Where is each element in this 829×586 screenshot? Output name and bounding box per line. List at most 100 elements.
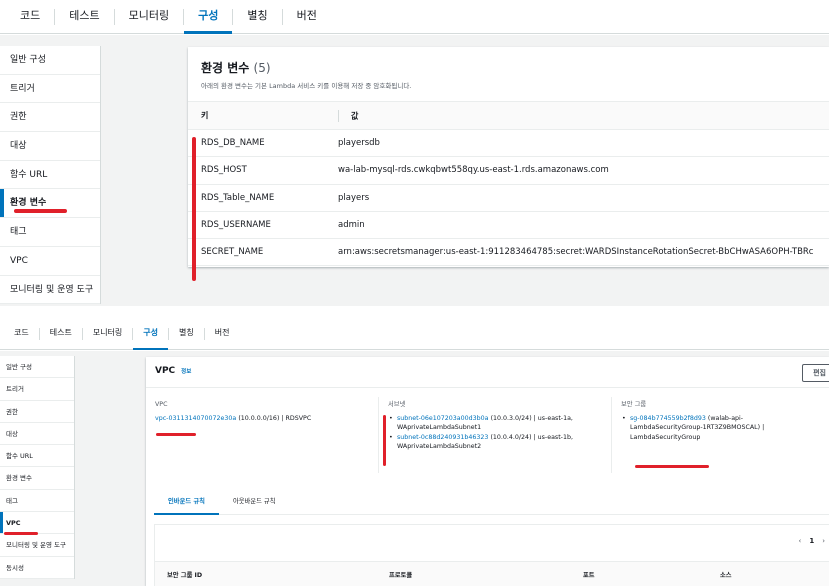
rules-tabs: 인바운드 규칙 아웃바운드 규칙 [154, 489, 829, 515]
sidebar-item-monitoring-tools[interactable]: 모니터링 및 운영 도구 [0, 534, 74, 557]
sidebar-item-function-url[interactable]: 함수 URL [0, 445, 74, 468]
vpc-value: vpc-0311314070072e30a (10.0.0.0/16) | RD… [155, 414, 375, 424]
column-header-port[interactable]: 포트 [583, 570, 595, 579]
security-group-name: LambdaSecurityGroup-1RT3Z9BMOSCAL) | [630, 424, 765, 431]
sidebar-item-vpc[interactable]: VPC [0, 247, 100, 276]
annotation-mark [14, 209, 67, 213]
tab-code[interactable]: 코드 [4, 317, 39, 349]
table-row: RDS_HOST wa-lab-mysql-rds.cwkqbwt558qy.u… [188, 156, 829, 185]
tab-test[interactable]: 테스트 [40, 317, 82, 349]
env-key: RDS_USERNAME [188, 211, 338, 240]
pagination: ‹ 1 › [799, 537, 826, 545]
env-value: arn:aws:secretsmanager:us-east-1:9112834… [338, 238, 829, 267]
function-tabs: 코드 테스트 모니터링 구성 별칭 버전 [0, 0, 829, 34]
subnet-name: WAprivateLambdaSubnet2 [397, 443, 482, 450]
column-header-source[interactable]: 소스 [720, 570, 732, 579]
column-header-sg-id[interactable]: 보안 그룹 ID [167, 570, 202, 579]
subnet-link[interactable]: subnet-0c88d240931b46323 [397, 434, 488, 441]
sidebar-item-env-vars[interactable]: 환경 변수 [0, 189, 100, 219]
vpc-panel: VPC 정보 편집 VPC vpc-0311314070072e30a (10.0… [146, 357, 829, 586]
table-row: RDS_DB_NAME playersdb [188, 129, 829, 158]
tab-configuration[interactable]: 구성 [184, 0, 233, 34]
config-sidebar: 일반 구성 트리거 권한 대상 함수 URL 환경 변수 태그 VPC 모니터링… [0, 46, 101, 305]
env-vars-panel: 환경 변수 (5) 아래의 환경 변수는 기본 Lambda 서비스 키를 이용… [188, 47, 829, 267]
annotation-mark [383, 415, 386, 466]
list-item: sg-084b774559b2f8d93 (walab-api- LambdaSe… [621, 414, 821, 443]
sidebar-item-function-url[interactable]: 함수 URL [0, 161, 100, 190]
security-group-link[interactable]: sg-084b774559b2f8d93 [630, 415, 706, 422]
sidebar-item-destinations[interactable]: 대상 [0, 132, 100, 161]
table-row: SECRET_NAME arn:aws:secretsmanager:us-ea… [188, 238, 829, 267]
edit-button[interactable]: 편집 [802, 364, 829, 382]
sidebar-item-tags[interactable]: 태그 [0, 218, 100, 247]
divider [146, 387, 829, 388]
security-group-label: 보안 그룹 [621, 401, 647, 408]
column-divider [338, 109, 339, 122]
subnet-name: WAprivateLambdaSubnet1 [397, 424, 482, 431]
tab-monitoring[interactable]: 모니터링 [115, 0, 183, 33]
page-number[interactable]: 1 [809, 537, 814, 545]
tab-outbound-rules[interactable]: 아웃바운드 규칙 [219, 489, 290, 514]
tab-aliases[interactable]: 별칭 [233, 0, 281, 33]
vpc-column: VPC vpc-0311314070072e30a (10.0.0.0/16) … [155, 400, 375, 423]
env-vars-title: 환경 변수 (5) [201, 59, 817, 76]
env-vars-table: 키 값 RDS_DB_NAME playersdb RDS_HOST wa-la… [188, 101, 829, 267]
env-value: wa-lab-mysql-rds.cwkqbwt558qy.us-east-1.… [338, 156, 829, 185]
annotation-mark [635, 465, 709, 468]
tab-inbound-rules[interactable]: 인바운드 규칙 [154, 489, 219, 515]
column-header-value[interactable]: 값 [338, 101, 829, 130]
sidebar-item-triggers[interactable]: 트리거 [0, 378, 74, 401]
env-key: RDS_Table_NAME [188, 184, 338, 212]
sidebar-item-concurrency[interactable]: 동시성 [0, 557, 74, 579]
annotation-mark [4, 532, 38, 535]
tab-monitoring[interactable]: 모니터링 [83, 317, 132, 349]
env-key: RDS_DB_NAME [188, 129, 338, 158]
table-row: RDS_USERNAME admin [188, 211, 829, 240]
sidebar-item-permissions[interactable]: 권한 [0, 103, 100, 133]
column-header-key[interactable]: 키 [188, 101, 338, 130]
tab-versions[interactable]: 버전 [205, 317, 240, 349]
sidebar-item-permissions[interactable]: 권한 [0, 401, 74, 423]
env-value: players [338, 184, 829, 212]
column-header-protocol[interactable]: 프로토콜 [389, 570, 412, 579]
env-value: playersdb [338, 129, 829, 158]
column-header-value-label: 값 [351, 111, 359, 120]
tab-code[interactable]: 코드 [6, 0, 54, 33]
table-row: RDS_Table_NAME players [188, 184, 829, 212]
tab-aliases[interactable]: 별칭 [169, 317, 204, 349]
sidebar-item-monitoring-tools[interactable]: 모니터링 및 운영 도구 [0, 276, 100, 305]
info-link[interactable]: 정보 [181, 369, 191, 375]
subnet-link[interactable]: subnet-06e107203a00d3b0a [397, 415, 489, 422]
env-vars-count: (5) [253, 61, 271, 75]
sidebar-item-triggers[interactable]: 트리거 [0, 75, 100, 104]
vpc-id-link[interactable]: vpc-0311314070072e30a [155, 415, 236, 422]
tab-test[interactable]: 테스트 [55, 0, 113, 33]
config-sidebar-zoomed: 일반 구성 트리거 권한 대상 함수 URL 환경 변수 태그 VPC 모니터링… [0, 356, 75, 579]
rules-table: ‹ 1 › 보안 그룹 ID 프로토콜 포트 소스 [154, 524, 829, 586]
sidebar-item-env-vars[interactable]: 환경 변수 [0, 467, 74, 490]
chevron-left-icon[interactable]: ‹ [799, 537, 802, 545]
env-vars-heading: 환경 변수 [201, 61, 250, 75]
subnet-detail: (10.0.3.0/24) | us-east-1a, [490, 414, 573, 422]
annotation-mark [156, 433, 196, 436]
env-vars-description: 아래의 환경 변수는 기본 Lambda 서비스 키를 이용해 저장 중 암호화… [201, 82, 412, 90]
subnet-label: 서브넷 [388, 401, 406, 408]
tab-configuration[interactable]: 구성 [133, 317, 168, 350]
vpc-title: VPC 정보 [155, 366, 191, 376]
sidebar-item-general[interactable]: 일반 구성 [0, 356, 74, 379]
column-divider [378, 397, 379, 473]
function-tabs-zoomed: 코드 테스트 모니터링 구성 별칭 버전 [0, 318, 829, 350]
sidebar-item-general[interactable]: 일반 구성 [0, 46, 100, 75]
subnet-list: subnet-06e107203a00d3b0a (10.0.3.0/24) |… [388, 414, 608, 452]
env-key: SECRET_NAME [188, 238, 338, 267]
security-group-column: 보안 그룹 sg-084b774559b2f8d93 (walab-api- La… [621, 400, 821, 442]
list-item: subnet-0c88d240931b46323 (10.0.4.0/24) |… [388, 433, 608, 452]
tab-versions[interactable]: 버전 [283, 0, 331, 33]
env-value: admin [338, 211, 829, 240]
sidebar-item-destinations[interactable]: 대상 [0, 423, 74, 446]
sidebar-item-tags[interactable]: 태그 [0, 490, 74, 513]
vpc-label: VPC [155, 401, 168, 408]
env-key: RDS_HOST [188, 156, 338, 185]
vpc-heading: VPC [155, 366, 176, 376]
chevron-right-icon[interactable]: › [822, 537, 825, 545]
